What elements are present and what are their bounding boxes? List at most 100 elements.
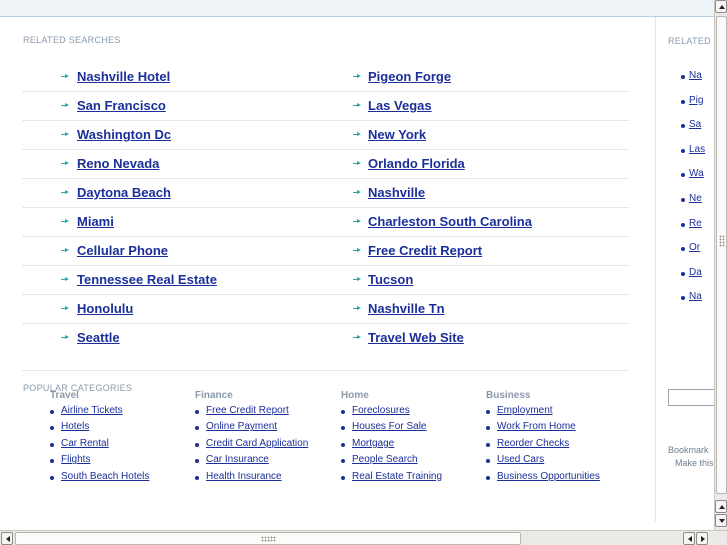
category-link[interactable]: Flights: [61, 454, 90, 465]
bookmark-line-2[interactable]: Make this: [668, 457, 714, 470]
sidebar-link-list: Na Pig Sa Las Wa Ne Re Or Da Na: [680, 70, 705, 316]
section-divider: [23, 370, 629, 371]
related-link[interactable]: Charleston South Carolina: [368, 214, 532, 229]
related-link[interactable]: Washington Dc: [77, 127, 171, 142]
category-link[interactable]: Used Cars: [497, 454, 544, 465]
scroll-up-button[interactable]: [715, 0, 727, 13]
scroll-right-button[interactable]: [696, 532, 708, 545]
category-link[interactable]: Free Credit Report: [206, 405, 289, 416]
list-item: Employment: [486, 405, 626, 421]
category-link[interactable]: Credit Card Application: [206, 438, 308, 449]
triangle-down-icon: [719, 519, 725, 523]
related-link[interactable]: New York: [368, 127, 426, 142]
related-link[interactable]: Tennessee Real Estate: [77, 272, 217, 287]
scroll-up-button-lower[interactable]: [715, 500, 727, 513]
related-link[interactable]: Tucson: [368, 272, 413, 287]
category-column-home: Home Foreclosures Houses For Sale Mortga…: [341, 390, 481, 487]
category-column-business: Business Employment Work From Home Reord…: [486, 390, 626, 487]
category-link[interactable]: Foreclosures: [352, 405, 410, 416]
list-item: Houses For Sale: [341, 421, 481, 437]
category-link[interactable]: Car Rental: [61, 438, 109, 449]
vertical-scrollbar[interactable]: [714, 0, 727, 530]
list-item: Business Opportunities: [486, 471, 626, 487]
horizontal-scrollbar[interactable]: [0, 530, 727, 545]
grip-icon: [261, 536, 276, 542]
category-link[interactable]: Mortgage: [352, 438, 394, 449]
sidebar-title: RELATED: [668, 36, 711, 46]
sidebar-link[interactable]: Pig: [689, 95, 703, 106]
category-link[interactable]: Car Insurance: [206, 454, 269, 465]
list-item: Car Insurance: [195, 454, 335, 470]
category-link[interactable]: Business Opportunities: [497, 471, 600, 482]
related-link[interactable]: Miami: [77, 214, 114, 229]
related-link[interactable]: Free Credit Report: [368, 243, 482, 258]
category-link[interactable]: People Search: [352, 454, 418, 465]
sidebar-link[interactable]: Na: [689, 291, 702, 302]
sidebar-link[interactable]: Ne: [689, 193, 702, 204]
list-item: Flights: [50, 454, 190, 470]
related-searches-title: RELATED SEARCHES: [23, 35, 121, 45]
triangle-left-icon: [688, 536, 692, 542]
horizontal-scroll-thumb[interactable]: [15, 532, 521, 545]
category-link[interactable]: Online Payment: [206, 421, 277, 432]
sidebar-link[interactable]: Or: [689, 242, 700, 253]
category-column-travel: Travel Airline Tickets Hotels Car Rental…: [50, 390, 190, 487]
sidebar-link[interactable]: Re: [689, 218, 702, 229]
scroll-left-button-right[interactable]: [683, 532, 695, 545]
scroll-down-button[interactable]: [715, 514, 727, 527]
sidebar-link[interactable]: Da: [689, 267, 702, 278]
category-link[interactable]: Airline Tickets: [61, 405, 123, 416]
sidebar-link[interactable]: Las: [689, 144, 705, 155]
category-link[interactable]: Work From Home: [497, 421, 576, 432]
arrow-right-icon: [353, 335, 361, 340]
category-link[interactable]: Houses For Sale: [352, 421, 426, 432]
sidebar-link[interactable]: Wa: [689, 168, 704, 179]
list-item: Pig: [680, 95, 705, 120]
arrow-right-icon: [61, 248, 69, 253]
related-link[interactable]: Cellular Phone: [77, 243, 168, 258]
list-item: Health Insurance: [195, 471, 335, 487]
arrow-right-icon: [353, 161, 361, 166]
related-link[interactable]: Las Vegas: [368, 98, 432, 113]
arrow-right-icon: [353, 103, 361, 108]
sidebar-link[interactable]: Na: [689, 70, 702, 81]
list-item: Real Estate Training: [341, 471, 481, 487]
related-row: Nashville Hotel Pigeon Forge: [23, 63, 629, 92]
list-item: Free Credit Report: [195, 405, 335, 421]
category-heading: Business: [486, 390, 531, 401]
related-link[interactable]: Reno Nevada: [77, 156, 159, 171]
related-link[interactable]: Honolulu: [77, 301, 133, 316]
list-item: South Beach Hotels: [50, 471, 190, 487]
vertical-scroll-thumb[interactable]: [716, 16, 727, 494]
related-link[interactable]: San Francisco: [77, 98, 166, 113]
list-item: Car Rental: [50, 438, 190, 454]
related-row: Daytona Beach Nashville: [23, 179, 629, 208]
related-link[interactable]: Orlando Florida: [368, 156, 465, 171]
category-link[interactable]: Employment: [497, 405, 553, 416]
category-link[interactable]: South Beach Hotels: [61, 471, 149, 482]
category-link[interactable]: Real Estate Training: [352, 471, 442, 482]
related-link[interactable]: Travel Web Site: [368, 330, 464, 345]
list-item: Re: [680, 218, 705, 243]
scroll-left-button[interactable]: [1, 532, 13, 545]
category-link[interactable]: Reorder Checks: [497, 438, 569, 449]
list-item: Na: [680, 291, 705, 316]
category-link[interactable]: Health Insurance: [206, 471, 282, 482]
related-link[interactable]: Pigeon Forge: [368, 69, 451, 84]
list-item: Wa: [680, 168, 705, 193]
category-link[interactable]: Hotels: [61, 421, 89, 432]
related-link[interactable]: Nashville Hotel: [77, 69, 170, 84]
related-link[interactable]: Nashville Tn: [368, 301, 445, 316]
list-item: Reorder Checks: [486, 438, 626, 454]
sidebar-link[interactable]: Sa: [689, 119, 701, 130]
list-item: Las: [680, 144, 705, 169]
list-item: Online Payment: [195, 421, 335, 437]
related-link[interactable]: Daytona Beach: [77, 185, 171, 200]
top-bar: [0, 0, 714, 17]
related-link[interactable]: Nashville: [368, 185, 425, 200]
right-sidebar: RELATED Na Pig Sa Las Wa Ne Re Or Da Na …: [655, 17, 714, 522]
bookmark-line-1[interactable]: Bookmark: [668, 444, 714, 457]
arrow-right-icon: [61, 161, 69, 166]
related-link[interactable]: Seattle: [77, 330, 120, 345]
sidebar-search-input[interactable]: [668, 389, 714, 406]
